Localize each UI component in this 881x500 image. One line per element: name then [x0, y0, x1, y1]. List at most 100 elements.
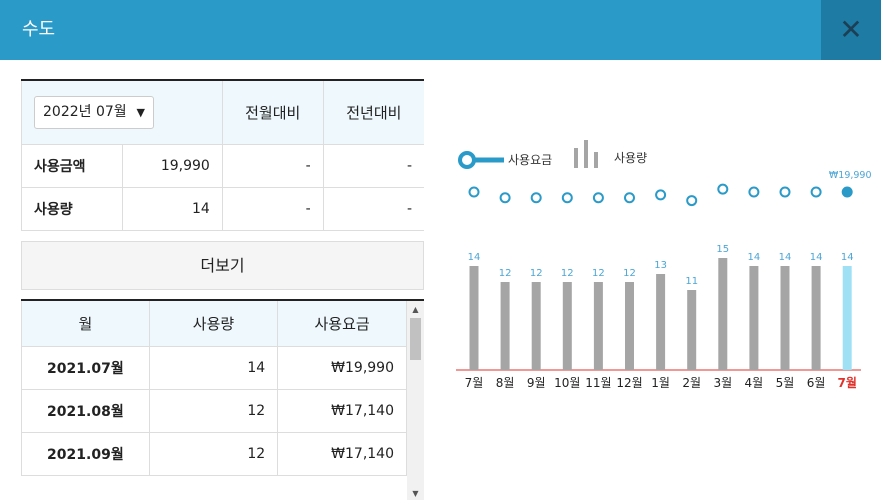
- usage-bar: [531, 282, 541, 370]
- usage-bar: [656, 274, 666, 370]
- fee-point: [468, 186, 480, 198]
- usage-value-label: 15: [716, 244, 729, 255]
- month-select-cell: 2022년 07월 ▼: [21, 80, 223, 145]
- usage-value-label: 14: [748, 252, 761, 263]
- usage-bar: [593, 282, 603, 370]
- legend-usage-label: 사용량: [614, 151, 647, 165]
- x-tick-label: 11월: [585, 376, 611, 390]
- usage-value-label: 14: [468, 252, 481, 263]
- fee-point: [655, 189, 667, 201]
- usage-bar: [687, 290, 697, 370]
- usage-bar: [625, 282, 634, 370]
- history-fee: ₩19,990: [277, 345, 407, 390]
- usage-bar: [469, 266, 479, 370]
- summary-row-usage: 사용량 14 - -: [21, 187, 424, 231]
- history-header-usage: 사용량: [148, 301, 279, 347]
- x-tick-label: 3월: [713, 376, 732, 390]
- fee-highlight-label: ₩19,990: [829, 170, 872, 181]
- history-month: 2021.07월: [21, 345, 150, 390]
- fee-point: [841, 186, 853, 198]
- legend-fee-marker: [458, 151, 476, 169]
- month-select[interactable]: 2022년 07월 ▼: [34, 95, 154, 129]
- usage-chart: 사용요금 사용량 ₩19,990 14 7월 12 8월 12 9월 12 10월 12 11월 12 12…: [456, 130, 876, 400]
- x-tick-label: 6월: [807, 376, 826, 390]
- x-tick-label: 7월: [465, 376, 484, 390]
- summary-table: 2022년 07월 ▼ 전월대비 전년대비 사용금액 19,990 - - 사용…: [21, 79, 424, 231]
- summary-row-fee: 사용금액 19,990 - -: [21, 144, 424, 188]
- summary-header-mom: 전월대비: [221, 80, 324, 145]
- usage-value-label: 12: [530, 268, 543, 279]
- history-month: 2021.09월: [21, 431, 150, 476]
- summary-yoy: -: [322, 187, 424, 231]
- usage-value-label: 12: [592, 268, 605, 279]
- history-fee: ₩17,140: [277, 431, 407, 476]
- fee-point: [624, 192, 635, 204]
- fee-point: [779, 186, 791, 198]
- scroll-down-arrow-icon[interactable]: ▼: [407, 485, 424, 500]
- x-tick-label: 12월: [616, 376, 642, 390]
- x-tick-label: 8월: [496, 376, 515, 390]
- summary-mom: -: [221, 144, 324, 188]
- fee-point: [592, 192, 604, 204]
- history-list[interactable]: 월 사용량 사용요금 2021.07월 14 ₩19,990 2021.08월 …: [21, 299, 424, 500]
- summary-value: 14: [121, 187, 223, 231]
- modal-title: 수도: [22, 19, 56, 40]
- legend-usage-bar: [584, 140, 588, 168]
- x-tick-label: 4월: [745, 376, 764, 390]
- usage-bar: [811, 266, 821, 370]
- scroll-up-arrow-icon[interactable]: ▲: [407, 301, 424, 318]
- chevron-down-icon: ▼: [136, 105, 145, 119]
- usage-value-label: 12: [499, 268, 512, 279]
- usage-bar: [842, 266, 852, 370]
- history-table: 월 사용량 사용요금 2021.07월 14 ₩19,990 2021.08월 …: [21, 301, 407, 476]
- usage-value-label: 13: [654, 260, 667, 271]
- fee-point: [810, 186, 822, 198]
- history-usage: 12: [148, 388, 279, 433]
- summary-yoy: -: [322, 144, 424, 188]
- summary-mom: -: [221, 187, 324, 231]
- scrollbar[interactable]: ▲ ▼: [407, 301, 424, 500]
- usage-value-label: 14: [841, 252, 854, 263]
- table-row: 2021.09월 12 ₩17,140: [21, 431, 407, 476]
- close-button[interactable]: ✕: [821, 0, 881, 60]
- table-row: 2021.07월 14 ₩19,990: [21, 345, 407, 390]
- summary-label: 사용량: [21, 187, 123, 231]
- x-tick-label: 10월: [554, 376, 580, 390]
- legend-fee-label: 사용요금: [508, 153, 552, 167]
- usage-bar: [749, 266, 759, 370]
- history-fee: ₩17,140: [277, 388, 407, 433]
- x-tick-label: 2월: [682, 376, 701, 390]
- modal-header: 수도 ✕: [0, 0, 881, 60]
- history-month: 2021.08월: [21, 388, 150, 433]
- usage-bar: [562, 282, 572, 370]
- fee-point: [717, 183, 729, 195]
- x-tick-label: 5월: [776, 376, 795, 390]
- fee-point: [530, 192, 542, 204]
- water-modal: 수도 ✕ 2022년 07월 ▼ 전월대비 전년대비 사용금액 19,990 -…: [0, 0, 881, 500]
- usage-value-label: 12: [561, 268, 574, 279]
- chart-svg: 사용요금 사용량 ₩19,990 14 7월 12 8월 12 9월 12 10월 12 11월 12 12…: [456, 140, 872, 390]
- x-tick-label: 1월: [651, 376, 670, 390]
- usage-bar: [780, 266, 790, 370]
- usage-value-label: 11: [685, 276, 698, 287]
- month-select-value: 2022년 07월: [43, 103, 127, 120]
- usage-bar: [500, 282, 510, 370]
- fee-point: [499, 192, 511, 204]
- legend-usage-bar: [594, 152, 598, 168]
- summary-header-yoy: 전년대비: [322, 80, 424, 145]
- history-header-fee: 사용요금: [277, 301, 407, 347]
- scrollbar-thumb[interactable]: [410, 318, 421, 360]
- fee-point: [748, 186, 760, 198]
- more-button[interactable]: 더보기: [21, 241, 424, 290]
- x-tick-label: 7월: [838, 375, 857, 390]
- usage-bar: [718, 258, 728, 370]
- history-header-month: 월: [21, 301, 150, 347]
- fee-point: [686, 195, 698, 207]
- history-usage: 12: [148, 431, 279, 476]
- fee-point: [561, 192, 573, 204]
- x-tick-label: 9월: [527, 376, 546, 390]
- usage-value-label: 14: [810, 252, 823, 263]
- legend-usage-bar: [574, 148, 578, 168]
- table-row: 2021.08월 12 ₩17,140: [21, 388, 407, 433]
- history-usage: 14: [148, 345, 279, 390]
